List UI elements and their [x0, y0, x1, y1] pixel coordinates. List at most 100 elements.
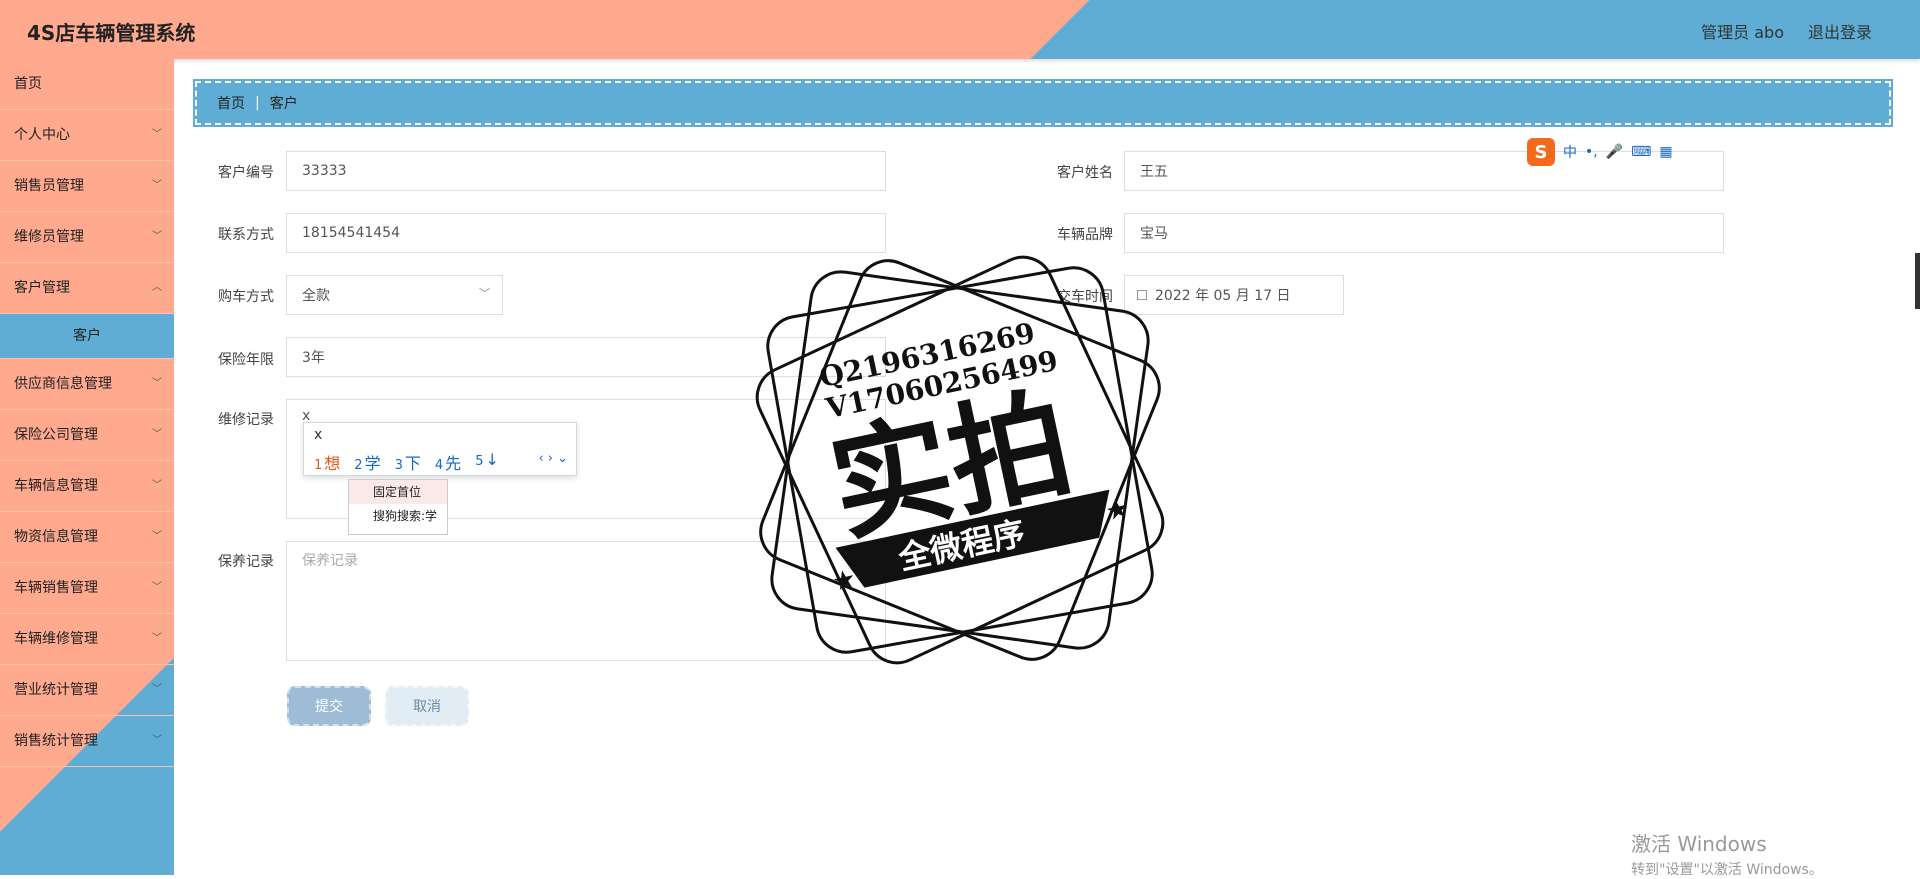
watermark-stamp: Q2196316269 V17060256499 实拍 全微程序 ★ ★: [755, 255, 1165, 665]
customer-name-label: 客户姓名: [1057, 165, 1113, 181]
candidate-number: 5: [475, 454, 484, 469]
header-user-area: 管理员 abo 退出登录: [1701, 19, 1872, 43]
sidebar-item-salesperson[interactable]: 销售员管理 ﹀: [0, 161, 174, 212]
windows-activation-title: 激活 Windows: [1631, 832, 1767, 856]
candidate-text: 学: [364, 454, 381, 473]
chevron-down-icon: ﹀: [152, 531, 162, 542]
contact-input[interactable]: 18154541454: [286, 213, 886, 253]
chevron-down-icon: ﹀: [152, 633, 162, 644]
chevron-down-icon: ﹀: [152, 480, 162, 491]
candidate-number: 1: [314, 458, 323, 473]
menu-item-sogou-search[interactable]: 搜狗搜索:学: [349, 504, 447, 528]
sidebar-item-home[interactable]: 首页: [0, 59, 174, 110]
menu-item-pin-first[interactable]: 固定首位: [349, 480, 447, 504]
customer-id-value: 33333: [302, 163, 347, 179]
ime-context-menu: 固定首位 搜狗搜索:学: [348, 479, 448, 535]
ime-candidate-list: 1想 2学 3下 4先 5 ↓: [314, 450, 499, 474]
sidebar-item-label: 车辆维修管理: [14, 631, 98, 647]
ime-toolbar: S 中 •, 🎤 ⌨ ▦: [1527, 138, 1682, 166]
customer-name-value: 王五: [1140, 164, 1168, 180]
ime-candidate[interactable]: 1想: [314, 450, 340, 474]
keyboard-icon[interactable]: ⌨: [1631, 144, 1651, 160]
sidebar-item-customer-management[interactable]: 客户管理 ︿: [0, 263, 174, 314]
app-title: 4S店车辆管理系统: [27, 21, 196, 45]
cancel-button[interactable]: 取消: [385, 686, 469, 726]
candidate-number: 4: [434, 458, 444, 473]
chevron-down-icon: ﹀: [152, 180, 162, 191]
sidebar-item-business-stats[interactable]: 营业统计管理 ﹀: [0, 665, 174, 716]
top-header: 4S店车辆管理系统 管理员 abo 退出登录: [0, 0, 1920, 59]
ime-mode-toggle[interactable]: 中: [1563, 142, 1577, 162]
sidebar-item-vehicle-info[interactable]: 车辆信息管理 ﹀: [0, 461, 174, 512]
sidebar-item-label: 营业统计管理: [14, 682, 98, 698]
sidebar-item-label: 个人中心: [14, 127, 70, 143]
sidebar-item-label: 销售员管理: [14, 178, 84, 194]
breadcrumb: 首页 | 客户: [193, 79, 1893, 127]
sidebar-item-vehicle-repair[interactable]: 车辆维修管理 ﹀: [0, 614, 174, 665]
sidebar-item-label: 车辆销售管理: [14, 580, 98, 596]
sidebar-item-label: 销售统计管理: [14, 733, 98, 749]
sidebar-item-personal-center[interactable]: 个人中心 ﹀: [0, 110, 174, 161]
breadcrumb-home[interactable]: 首页: [217, 93, 245, 113]
candidate-text: ↓: [485, 450, 499, 469]
microphone-icon[interactable]: 🎤: [1606, 144, 1623, 160]
sidebar-item-insurance[interactable]: 保险公司管理 ﹀: [0, 410, 174, 461]
customer-id-input[interactable]: 33333: [286, 151, 886, 191]
sidebar-item-label: 维修员管理: [14, 229, 84, 245]
windows-activation-subtitle: 转到"设置"以激活 Windows。: [1631, 862, 1823, 878]
insurance-years-label: 保险年限: [218, 352, 274, 368]
chevron-down-icon: ﹀: [152, 684, 162, 695]
ime-candidate-popup: x 1想 2学 3下 4先 5 ↓ ‹ › ⌄: [303, 422, 577, 476]
chevron-down-icon: ﹀: [152, 378, 162, 389]
submit-button[interactable]: 提交: [287, 686, 371, 726]
car-brand-label: 车辆品牌: [1057, 227, 1113, 243]
car-brand-input[interactable]: 宝马: [1124, 213, 1724, 253]
sidebar-item-label: 供应商信息管理: [14, 376, 112, 392]
logout-link[interactable]: 退出登录: [1808, 19, 1872, 43]
maintenance-record-placeholder: 保养记录: [302, 553, 358, 569]
ime-candidate[interactable]: 2学: [354, 450, 380, 474]
purchase-method-label: 购车方式: [218, 289, 274, 305]
sidebar-item-label: 客户: [73, 328, 101, 344]
chevron-down-icon: ﹀: [152, 735, 162, 746]
customer-id-label: 客户编号: [218, 165, 274, 181]
sidebar-subitem-customer[interactable]: 客户: [0, 314, 174, 359]
chevron-down-icon: ﹀: [152, 429, 162, 440]
chevron-down-icon: ﹀: [479, 287, 490, 300]
ime-candidate[interactable]: 3下: [395, 450, 421, 474]
repair-record-label: 维修记录: [218, 412, 274, 428]
chevron-down-icon: ﹀: [152, 231, 162, 242]
insurance-years-value: 3年: [302, 350, 325, 366]
sidebar-item-supplier[interactable]: 供应商信息管理 ﹀: [0, 359, 174, 410]
sidebar-item-vehicle-sales[interactable]: 车辆销售管理 ﹀: [0, 563, 174, 614]
sidebar-item-label: 客户管理: [14, 280, 70, 296]
purchase-method-select[interactable]: 全款 ﹀: [286, 275, 503, 315]
ime-candidate[interactable]: 5 ↓: [475, 450, 499, 474]
ime-candidate[interactable]: 4先: [435, 450, 461, 474]
purchase-method-value: 全款: [302, 288, 330, 304]
ime-page-nav[interactable]: ‹ › ⌄: [538, 451, 568, 466]
car-brand-value: 宝马: [1140, 226, 1168, 242]
sidebar-item-sales-stats[interactable]: 销售统计管理 ﹀: [0, 716, 174, 767]
ime-punctuation-toggle[interactable]: •,: [1585, 144, 1598, 160]
sidebar-item-label: 车辆信息管理: [14, 478, 98, 494]
ime-composition-text: x: [314, 427, 323, 443]
sidebar-item-label: 首页: [14, 76, 42, 92]
scrollbar-thumb[interactable]: [1915, 253, 1920, 309]
grid-menu-icon[interactable]: ▦: [1659, 144, 1672, 160]
candidate-text: 先: [445, 454, 462, 473]
candidate-number: 2: [354, 458, 363, 473]
sidebar-item-label: 物资信息管理: [14, 529, 98, 545]
contact-label: 联系方式: [218, 227, 274, 243]
sogou-logo-icon[interactable]: S: [1527, 138, 1555, 166]
windows-activation-notice: 激活 Windows 转到"设置"以激活 Windows。: [1631, 828, 1823, 879]
sidebar-item-repairer[interactable]: 维修员管理 ﹀: [0, 212, 174, 263]
admin-user-label[interactable]: 管理员 abo: [1701, 19, 1784, 43]
breadcrumb-separator: |: [255, 95, 260, 111]
sidebar-item-materials[interactable]: 物资信息管理 ﹀: [0, 512, 174, 563]
maintenance-record-label: 保养记录: [218, 554, 274, 570]
chevron-down-icon: ﹀: [152, 582, 162, 593]
contact-value: 18154541454: [302, 225, 400, 241]
candidate-number: 3: [394, 458, 403, 473]
chevron-up-icon: ︿: [152, 282, 162, 293]
